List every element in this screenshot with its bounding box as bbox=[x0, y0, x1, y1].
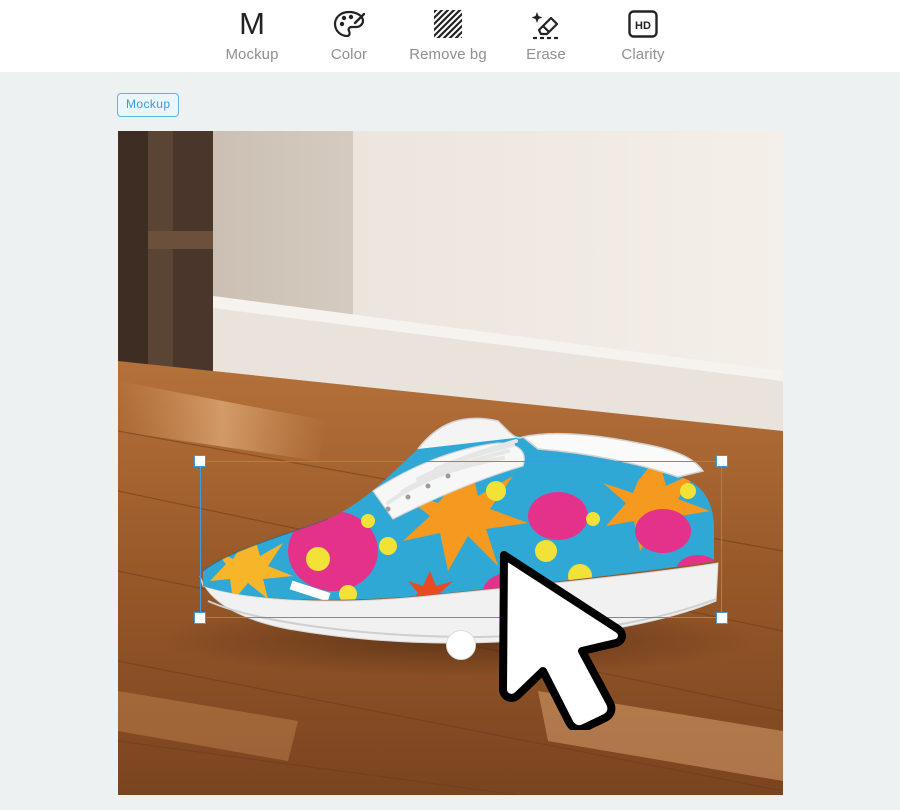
tool-clarity[interactable]: HD Clarity bbox=[593, 6, 693, 68]
resize-handle-top-left[interactable] bbox=[194, 455, 206, 467]
letter-m-icon: M bbox=[239, 6, 265, 41]
hd-icon: HD bbox=[625, 6, 661, 42]
tool-remove-bg[interactable]: Remove bg bbox=[398, 6, 498, 68]
tool-remove-bg-label: Remove bg bbox=[409, 46, 487, 63]
pointer-cursor-icon bbox=[490, 545, 635, 734]
svg-text:HD: HD bbox=[635, 20, 651, 32]
tool-mockup[interactable]: M Mockup bbox=[202, 6, 302, 68]
tool-clarity-label: Clarity bbox=[621, 46, 665, 63]
tool-color-label: Color bbox=[330, 46, 368, 63]
eraser-sparkle-icon bbox=[528, 6, 564, 42]
palette-icon bbox=[331, 6, 367, 42]
hatched-square-icon bbox=[430, 6, 466, 42]
resize-handle-bottom-left[interactable] bbox=[194, 612, 206, 624]
selection-box[interactable] bbox=[194, 455, 728, 624]
tool-erase-label: Erase bbox=[526, 46, 566, 63]
rotate-handle[interactable] bbox=[446, 630, 476, 660]
tool-color[interactable]: Color bbox=[299, 6, 399, 68]
top-toolbar: M Mockup Color Remove bg Erase HD Clarit… bbox=[0, 0, 900, 72]
tool-erase[interactable]: Erase bbox=[496, 6, 596, 68]
tool-mockup-label: Mockup bbox=[225, 46, 279, 63]
mockup-badge: Mockup bbox=[117, 93, 180, 117]
resize-handle-top-right[interactable] bbox=[716, 455, 728, 467]
resize-handle-bottom-right[interactable] bbox=[716, 612, 728, 624]
